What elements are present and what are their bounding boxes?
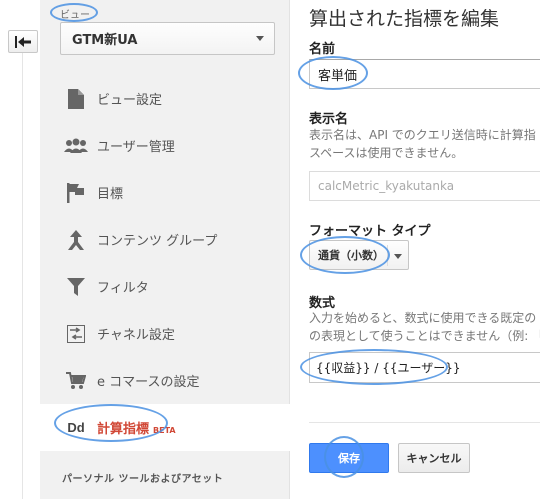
dd-icon: Dd: [67, 420, 85, 435]
chevron-down-icon: [394, 254, 402, 259]
formula-desc-2: の表現として使うことはできません（例: 「A: [309, 329, 540, 343]
sidebar-item-view-settings[interactable]: ビュー設定: [40, 75, 290, 122]
format-type-value: 通貨（小数）: [318, 249, 384, 262]
display-name-desc-2: スペースは使用できません。: [309, 146, 464, 160]
document-icon: [64, 88, 88, 110]
display-name-field[interactable]: calcMetric_kyakutanka: [309, 171, 540, 201]
back-button[interactable]: [8, 30, 38, 53]
edit-metric-panel: 算出された指標を編集 名前 客単価 表示名 表示名は、API でのクエリ送信時に…: [291, 0, 540, 499]
back-arrow-icon: [15, 35, 31, 48]
cancel-button[interactable]: キャンセル: [398, 443, 470, 473]
section-label: パーソナル ツールおよびアセット: [62, 474, 224, 485]
format-type-select[interactable]: 通貨（小数）: [309, 240, 409, 270]
view-select-value: GTM新UA: [72, 33, 138, 48]
sidebar-item-goals[interactable]: 目標: [40, 169, 290, 216]
sidebar-item-user-management[interactable]: ユーザー管理: [40, 122, 290, 169]
sidebar-item-label: フィルタ: [97, 281, 149, 296]
content-group-icon: [64, 229, 88, 251]
view-select[interactable]: GTM新UA: [60, 22, 275, 55]
select-divider: [387, 245, 388, 266]
display-name-desc-1: 表示名は、API でのクエリ送信時に計算指: [309, 128, 536, 142]
name-field[interactable]: 客単価: [309, 59, 540, 89]
sidebar-item-label: チャネル設定: [97, 328, 175, 343]
channel-icon: [64, 323, 88, 345]
beta-badge: BETA: [153, 426, 176, 435]
back-strip: [0, 0, 40, 499]
sidebar-item-label: ビュー設定: [97, 93, 163, 108]
filter-icon: [64, 276, 88, 298]
active-pointer: [281, 410, 290, 428]
name-label: 名前: [309, 42, 336, 57]
sidebar-item-channel-settings[interactable]: チャネル設定: [40, 310, 290, 357]
save-button[interactable]: 保存: [309, 443, 389, 473]
sidebar-item-calculated-metrics[interactable]: Dd 計算指標 BETA: [40, 404, 290, 451]
sidebar-item-content-grouping[interactable]: コンテンツ グループ: [40, 216, 290, 263]
divider: [309, 422, 540, 423]
formula-desc-1: 入力を始めると、数式に使用できる既定の: [309, 311, 537, 325]
chevron-down-icon: [256, 36, 264, 41]
divider: [22, 53, 23, 499]
formula-field[interactable]: {{収益}} / {{ユーザー}}: [309, 352, 540, 383]
users-icon: [64, 135, 88, 157]
view-label: ビュー: [60, 10, 90, 21]
sidebar-item-ecommerce-settings[interactable]: e コマースの設定: [40, 357, 290, 404]
cart-icon: [64, 370, 88, 392]
flag-icon: [64, 182, 88, 204]
sidebar-item-label: コンテンツ グループ: [97, 234, 218, 249]
display-name-label: 表示名: [309, 112, 349, 127]
sidebar: ビュー GTM新UA ビュー設定 ユーザー管理 目標 コンテンツ グループ フィ…: [40, 0, 290, 499]
sidebar-item-label: ユーザー管理: [97, 140, 175, 155]
format-type-label: フォーマット タイプ: [309, 224, 431, 239]
sidebar-item-label: 計算指標 BETA: [97, 422, 176, 437]
page-title: 算出された指標を編集: [309, 8, 500, 30]
sidebar-item-label: 目標: [97, 187, 124, 202]
sidebar-item-label: e コマースの設定: [97, 375, 200, 390]
sidebar-item-filters[interactable]: フィルタ: [40, 263, 290, 310]
